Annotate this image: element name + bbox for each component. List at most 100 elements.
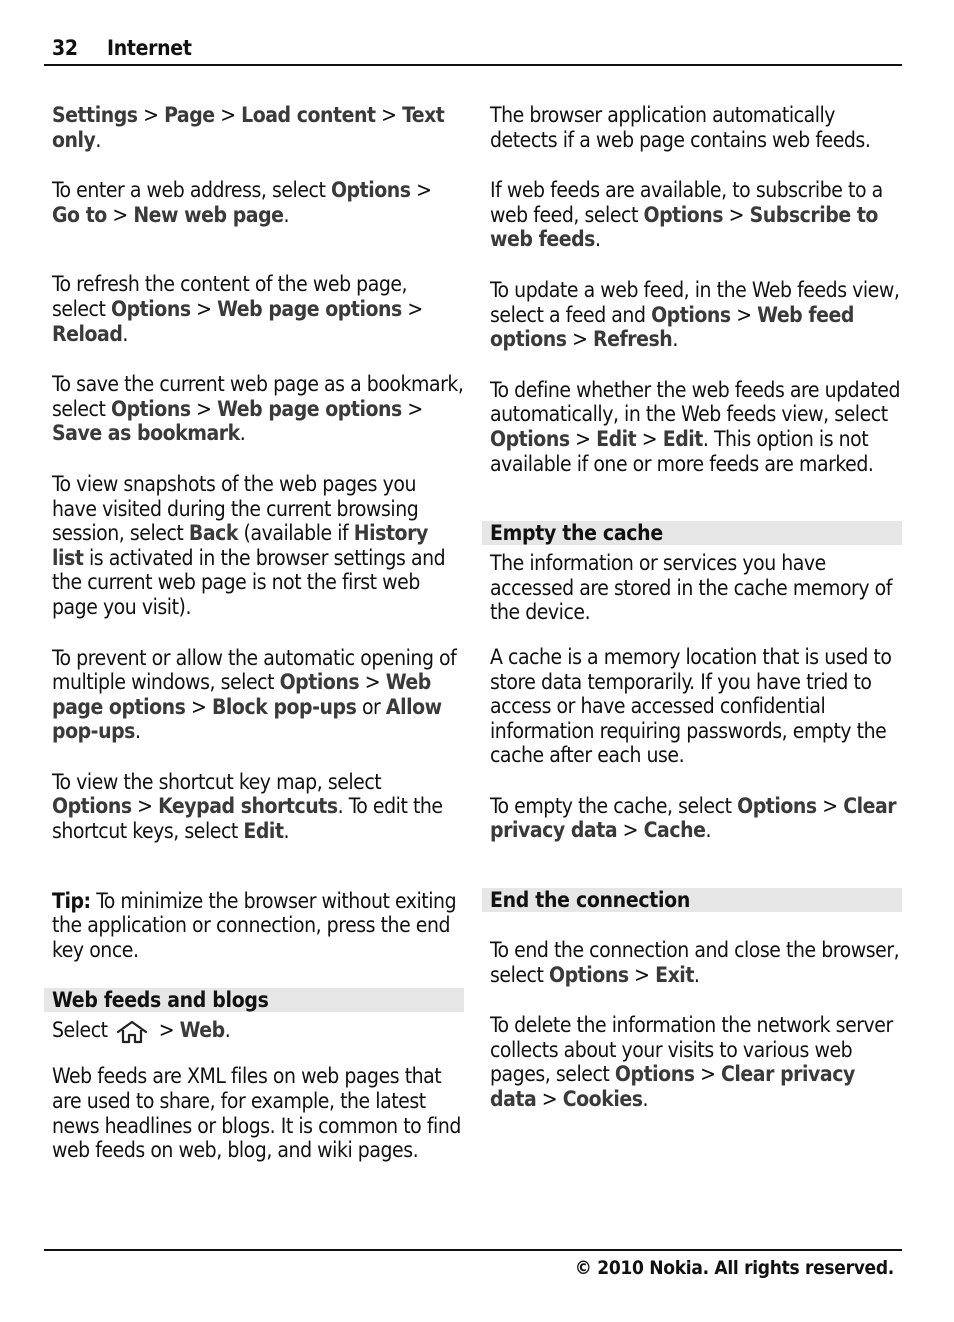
text-run: > bbox=[816, 793, 844, 818]
page-header: 32 Internet bbox=[44, 34, 902, 66]
section-heading: Web feeds and blogs bbox=[44, 988, 464, 1013]
text-run: > bbox=[153, 1018, 180, 1043]
paragraph: Web feeds are XML files on web pages tha… bbox=[44, 1064, 464, 1162]
text-run: To define whether the web feeds are upda… bbox=[490, 377, 901, 427]
text-run: > bbox=[190, 296, 218, 321]
menu-path-item: Go to bbox=[52, 202, 107, 227]
menu-path-item: Web bbox=[179, 1018, 226, 1043]
text-run: > bbox=[131, 794, 159, 819]
text-run: > bbox=[375, 103, 403, 127]
paragraph: To update a web feed, in the Web feeds v… bbox=[482, 278, 902, 352]
menu-path-item: Keypad shortcuts bbox=[158, 794, 338, 819]
text-run: > bbox=[106, 202, 134, 227]
menu-path-item: Reload bbox=[52, 321, 123, 346]
text-run: Web feeds are XML files on web pages tha… bbox=[52, 1064, 461, 1163]
paragraph: A cache is a memory location that is use… bbox=[482, 645, 902, 768]
menu-path-item: Back bbox=[188, 521, 239, 546]
paragraph: To refresh the content of the web page, … bbox=[44, 272, 464, 346]
text-run: > bbox=[694, 1062, 721, 1087]
text-run: . bbox=[95, 127, 101, 152]
text-run: . bbox=[693, 962, 700, 987]
menu-path-item: Web page options bbox=[217, 396, 402, 421]
tip-label: Tip: bbox=[52, 888, 91, 913]
text-run: > bbox=[137, 103, 165, 127]
text-run: Select bbox=[52, 1018, 114, 1043]
text-run: The information or services you have acc… bbox=[490, 551, 892, 625]
text-run: > bbox=[730, 302, 758, 327]
text-run: > bbox=[359, 670, 386, 695]
menu-path-item: Web page options bbox=[217, 296, 402, 321]
home-icon bbox=[115, 1020, 149, 1044]
paragraph: Settings > Page > Load content > Text on… bbox=[44, 103, 464, 152]
text-run: > bbox=[185, 694, 212, 719]
text-run: > bbox=[401, 396, 423, 421]
menu-path-item: Edit bbox=[662, 426, 704, 451]
copyright-notice: © 2010 Nokia. All rights reserved. bbox=[574, 1257, 895, 1279]
menu-path-item: Options bbox=[52, 794, 132, 819]
menu-path-item: Block pop-ups bbox=[211, 694, 357, 719]
menu-path-item: Options bbox=[737, 793, 817, 818]
text-run: > bbox=[566, 327, 594, 352]
paragraph: To enter a web address, select Options >… bbox=[44, 178, 464, 227]
page-footer: © 2010 Nokia. All rights reserved. bbox=[44, 1249, 902, 1279]
text-run: . bbox=[672, 327, 678, 352]
text-run: . bbox=[134, 719, 141, 744]
left-column: Settings > Page > Load content > Text on… bbox=[44, 103, 464, 1163]
menu-path-item: Refresh bbox=[593, 327, 673, 352]
menu-path-item: Options bbox=[279, 670, 360, 695]
paragraph: Select > Web. bbox=[44, 1018, 464, 1044]
text-run: > bbox=[569, 426, 597, 451]
text-run: > bbox=[536, 1087, 563, 1112]
text-run: . bbox=[122, 321, 128, 346]
section-heading: Empty the cache bbox=[482, 521, 902, 546]
text-run: The browser application automatically de… bbox=[490, 103, 871, 152]
menu-path-item: Exit bbox=[655, 962, 694, 987]
menu-path-item: Edit bbox=[243, 819, 284, 844]
menu-path-item: Options bbox=[490, 426, 570, 451]
text-run: is activated in the browser settings and… bbox=[52, 545, 446, 619]
text-run: To empty the cache, select bbox=[490, 793, 738, 818]
text-run: To enter a web address, select bbox=[52, 178, 331, 203]
text-run: . bbox=[239, 421, 246, 446]
paragraph: To view snapshots of the web pages you h… bbox=[44, 472, 464, 620]
text-run: > bbox=[636, 426, 663, 451]
menu-path-item: New web page bbox=[133, 202, 284, 227]
text-run: > bbox=[617, 818, 644, 843]
text-run: A cache is a memory location that is use… bbox=[490, 644, 892, 768]
menu-path-item: Load content bbox=[241, 103, 376, 127]
text-run: . bbox=[283, 202, 290, 227]
menu-path-item: Options bbox=[651, 302, 731, 327]
menu-path-item: Cookies bbox=[562, 1087, 643, 1112]
section-heading: End the connection bbox=[482, 888, 902, 913]
menu-path-item: Options bbox=[111, 296, 191, 321]
menu-path-item: Settings bbox=[52, 103, 138, 127]
text-run: . bbox=[594, 227, 601, 252]
paragraph: To save the current web page as a bookma… bbox=[44, 372, 464, 446]
menu-path-item: Options bbox=[614, 1062, 695, 1087]
paragraph: The information or services you have acc… bbox=[482, 551, 902, 625]
menu-path-item: Options bbox=[111, 396, 191, 421]
text-run: . bbox=[283, 819, 290, 844]
text-run: > bbox=[401, 296, 423, 321]
menu-path-item: Options bbox=[549, 962, 629, 987]
chapter-title: Internet bbox=[107, 36, 192, 60]
text-run: > bbox=[723, 202, 750, 227]
paragraph: To prevent or allow the automatic openin… bbox=[44, 646, 464, 744]
text-run: (available if bbox=[238, 521, 354, 546]
text-run: To minimize the browser without exiting … bbox=[52, 888, 457, 962]
paragraph: To delete the information the network se… bbox=[482, 1013, 902, 1111]
paragraph: The browser application automatically de… bbox=[482, 103, 902, 152]
text-run: > bbox=[410, 178, 432, 203]
text-run: To view the shortcut key map, select bbox=[52, 769, 382, 794]
text-run: > bbox=[190, 396, 218, 421]
paragraph: If web feeds are available, to subscribe… bbox=[482, 178, 902, 252]
menu-path-item: Page bbox=[164, 103, 215, 127]
menu-path-item: Options bbox=[330, 178, 411, 203]
paragraph: Tip: To minimize the browser without exi… bbox=[44, 889, 464, 963]
text-run: . bbox=[224, 1018, 231, 1043]
menu-path-item: Cache bbox=[643, 818, 706, 843]
page-number: 32 bbox=[52, 36, 78, 60]
paragraph: To end the connection and close the brow… bbox=[482, 938, 902, 987]
text-run: . bbox=[705, 818, 711, 843]
text-run: . bbox=[642, 1087, 649, 1112]
